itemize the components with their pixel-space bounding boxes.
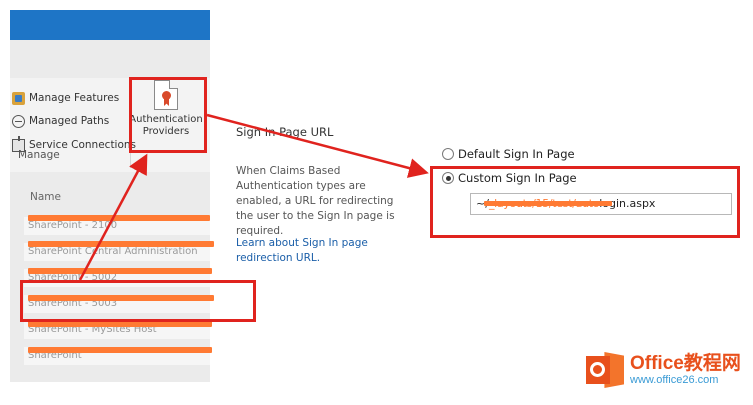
watermark-logo: Office教程网 www.office26.com xyxy=(586,352,741,388)
arrow-to-custom-sign-in xyxy=(206,113,429,178)
office-logo-icon xyxy=(586,352,626,388)
annotation-arrows xyxy=(78,113,429,281)
watermark-url: www.office26.com xyxy=(630,373,719,386)
screenshot-stage: Manage Features Managed Paths Service Co… xyxy=(0,0,753,405)
watermark-title: Office教程网 xyxy=(630,352,741,374)
arrow-to-auth-providers xyxy=(78,153,148,281)
